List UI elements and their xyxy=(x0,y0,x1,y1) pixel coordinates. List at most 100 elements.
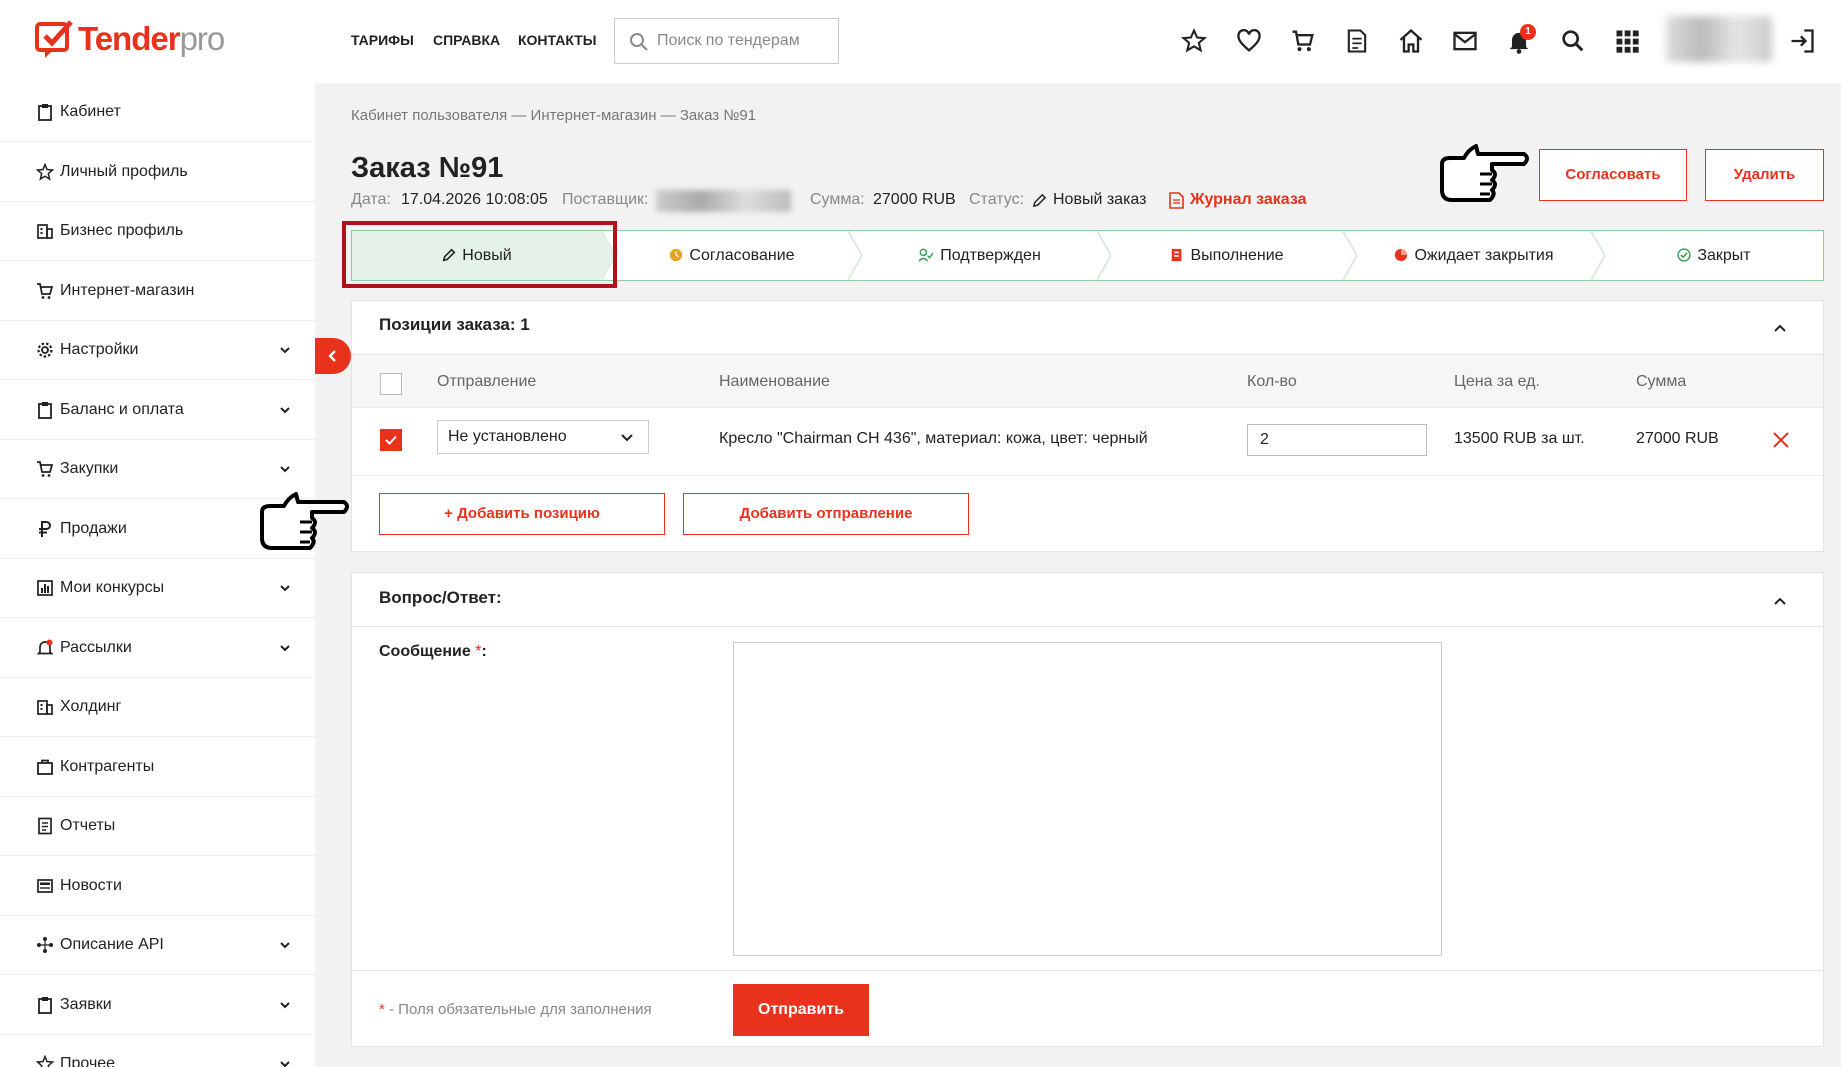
sidebar-item-label: Интернет-магазин xyxy=(60,281,195,299)
sidebar-item-label: Бизнес профиль xyxy=(60,222,184,239)
status-label: Статус: xyxy=(969,191,1025,208)
home-icon[interactable] xyxy=(1397,27,1425,55)
star-icon[interactable] xyxy=(1180,27,1208,55)
apps-grid-icon[interactable] xyxy=(1613,27,1641,55)
chevron-up-icon[interactable] xyxy=(1772,595,1788,607)
step-approval[interactable]: Согласование xyxy=(616,231,848,280)
clipboard-icon xyxy=(38,996,52,1014)
sidebar-item[interactable]: Кабинет xyxy=(0,83,315,142)
sidebar-item[interactable]: Новости xyxy=(0,857,315,916)
sidebar-item[interactable]: Рассылки xyxy=(0,619,315,678)
chevron-down-icon xyxy=(280,466,290,473)
search-icon[interactable] xyxy=(1559,27,1587,55)
message-textarea[interactable] xyxy=(733,642,1442,956)
divider xyxy=(352,475,1823,476)
sidebar-item[interactable]: Баланс и оплата xyxy=(0,381,315,440)
sidebar-item[interactable]: Заявки xyxy=(0,976,315,1035)
top-header: Tenderpro ТАРИФЫ СПРАВКА КОНТАКТЫ 1 xyxy=(0,0,1841,83)
active-step-highlight xyxy=(342,221,617,288)
sidebar-item-label: Контрагенты xyxy=(60,757,155,775)
sidebar-item-label: Настройки xyxy=(60,341,139,358)
step-confirmed[interactable]: Подтвержден xyxy=(862,231,1097,280)
step-label: Ожидает закрытия xyxy=(1414,247,1554,264)
sidebar-item-label: Отчеты xyxy=(60,817,116,834)
row-checkbox[interactable] xyxy=(380,429,402,451)
clipboard-icon xyxy=(38,401,52,419)
sidebar-item-label: Кабинет xyxy=(60,103,121,120)
chevron-left-icon xyxy=(328,350,336,362)
sidebar-item[interactable]: Контрагенты xyxy=(0,738,315,797)
chevron-down-icon xyxy=(621,434,633,442)
sidebar-item[interactable]: Настройки xyxy=(0,321,315,380)
sum-label: Сумма: xyxy=(810,191,865,208)
ruble-icon xyxy=(39,520,51,537)
position-price: 13500 RUB за шт. xyxy=(1454,430,1585,447)
add-shipment-button[interactable]: Добавить отправление xyxy=(683,493,969,535)
chevron-down-icon xyxy=(280,644,290,651)
step-awaiting-close[interactable]: Ожидает закрытия xyxy=(1357,231,1591,280)
sidebar-item[interactable]: Холдинг xyxy=(0,678,315,737)
sidebar-item[interactable]: Бизнес профиль xyxy=(0,202,315,261)
document-icon[interactable] xyxy=(1343,27,1371,55)
chevron-down-icon xyxy=(280,406,290,413)
select-all-checkbox[interactable] xyxy=(380,373,402,395)
heart-icon[interactable] xyxy=(1235,27,1263,55)
breadcrumb: Кабинет пользователя — Интернет-магазин … xyxy=(351,107,757,124)
step-execution[interactable]: Выполнение xyxy=(1111,231,1343,280)
position-sum: 27000 RUB xyxy=(1636,430,1719,447)
logout-icon[interactable] xyxy=(1788,27,1816,55)
step-closed[interactable]: Закрыт xyxy=(1605,231,1823,280)
clipboard-icon xyxy=(38,104,52,121)
chevron-down-icon xyxy=(280,1061,290,1067)
nav-tariffs[interactable]: ТАРИФЫ xyxy=(351,32,414,48)
column-sum: Сумма xyxy=(1636,373,1687,390)
sidebar-item[interactable]: Интернет-магазин xyxy=(0,262,315,321)
order-journal-link[interactable]: Журнал заказа xyxy=(1190,191,1306,209)
delete-button[interactable]: Удалить xyxy=(1705,149,1824,201)
sidebar-item-label: Баланс и оплата xyxy=(60,400,184,418)
search-input[interactable] xyxy=(657,29,827,53)
sidebar-item[interactable]: Прочее xyxy=(0,1035,315,1067)
api-icon xyxy=(37,937,53,953)
user-menu[interactable] xyxy=(1666,16,1772,62)
required-note: * - Поля обязательные для заполнения xyxy=(379,1001,652,1018)
logo[interactable]: Tenderpro xyxy=(78,20,225,58)
sidebar-item[interactable]: Описание API xyxy=(0,916,315,975)
sidebar-collapse-button[interactable] xyxy=(315,338,351,374)
star-icon xyxy=(36,162,54,181)
sidebar-item-label: Рассылки xyxy=(60,638,132,656)
submit-button[interactable]: Отправить xyxy=(733,984,869,1036)
sum-value: 27000 RUB xyxy=(873,191,956,208)
add-position-button[interactable]: + Добавить позицию xyxy=(379,493,665,535)
approve-button[interactable]: Согласовать xyxy=(1539,149,1687,201)
building-icon xyxy=(37,700,53,715)
divider xyxy=(352,970,1823,971)
check-circle-icon xyxy=(1677,248,1691,262)
progress-icon xyxy=(1172,248,1182,262)
shipment-select-value: Не установлено xyxy=(448,428,567,445)
shipment-select[interactable]: Не установлено xyxy=(437,420,649,454)
mail-icon[interactable] xyxy=(1451,27,1479,55)
chart-icon xyxy=(37,580,53,596)
nav-help[interactable]: СПРАВКА xyxy=(433,32,500,48)
chevron-up-icon[interactable] xyxy=(1772,322,1788,334)
report-icon xyxy=(38,817,52,835)
pointing-hand-icon xyxy=(1440,144,1529,202)
news-icon xyxy=(37,878,53,893)
sidebar-item[interactable]: Личный профиль xyxy=(0,143,315,202)
step-separator xyxy=(848,231,862,280)
clock-icon xyxy=(670,248,683,262)
quantity-input[interactable] xyxy=(1247,424,1427,456)
logo-icon xyxy=(35,20,73,58)
user-check-icon xyxy=(918,248,934,262)
nav-contacts[interactable]: КОНТАКТЫ xyxy=(518,32,596,48)
cart-icon[interactable] xyxy=(1289,27,1317,55)
remove-position-icon[interactable] xyxy=(1772,431,1790,449)
sidebar-item-label: Мои конкурсы xyxy=(60,579,165,596)
star-icon xyxy=(36,1055,54,1067)
sidebar-item[interactable]: Мои конкурсы xyxy=(0,559,315,618)
pointing-hand-icon xyxy=(260,492,349,550)
building-icon xyxy=(37,224,53,239)
sidebar-item[interactable]: Отчеты xyxy=(0,797,315,856)
chevron-down-icon xyxy=(280,942,290,949)
